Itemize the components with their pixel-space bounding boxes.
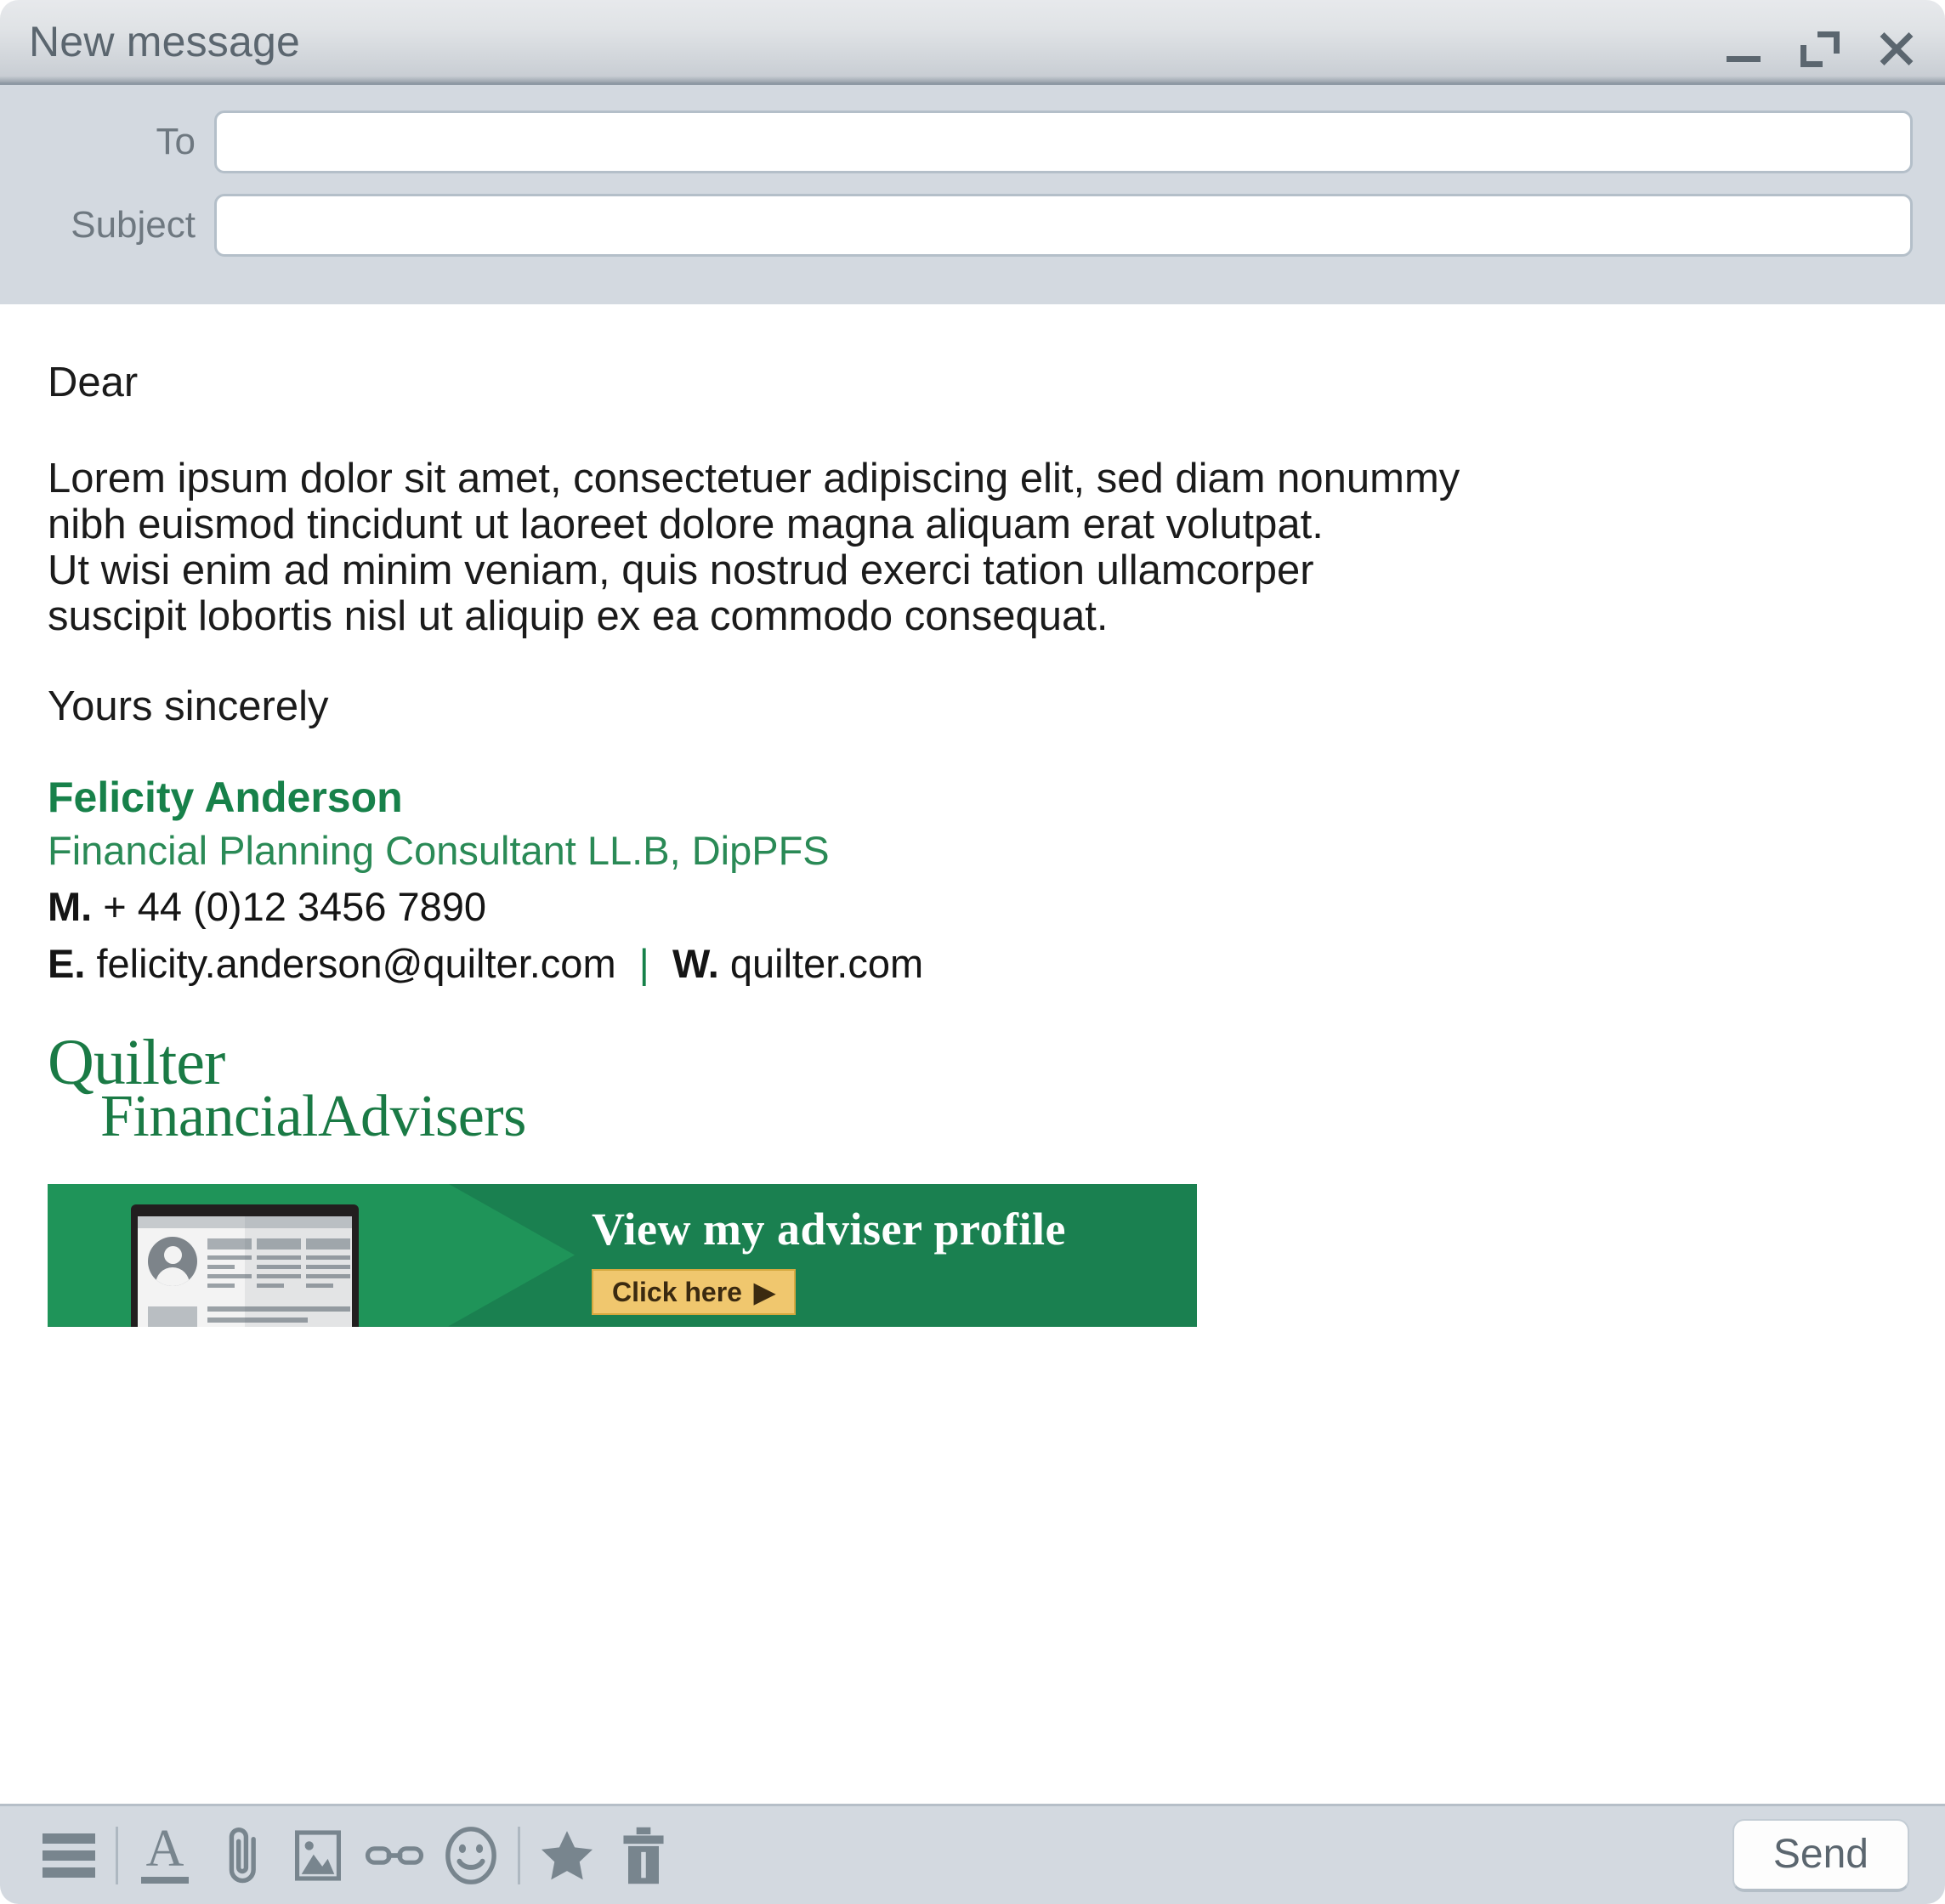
signature-separator: | [638,941,649,987]
body-paragraph: Lorem ipsum dolor sit amet, consectetuer… [48,458,1897,638]
signature-contact-line: E. felicity.anderson@quilter.com | W. qu… [48,938,1897,989]
send-button[interactable]: Send [1732,1818,1909,1892]
tablet-illustration-icon [131,1204,359,1327]
message-header-fields: To Subject [0,85,1945,304]
closing-text: Yours sincerely [48,683,329,730]
signature-mobile-value: + 44 (0)12 3456 7890 [103,883,487,929]
body-spacer-2 [48,642,1897,681]
compose-toolbar: A Send [0,1804,1945,1904]
banner-headline: View my adviser profile [592,1203,1066,1255]
trash-icon[interactable] [610,1822,677,1889]
signature-web-label: W. [672,941,719,987]
tablet-screen [138,1216,352,1327]
subject-input[interactable] [214,194,1913,257]
close-icon[interactable] [1877,30,1916,69]
signature-email-value[interactable]: felicity.anderson@quilter.com [96,941,615,986]
signature-mobile-label: M. [48,883,93,929]
toolbar-divider [116,1826,118,1884]
maximize-icon[interactable] [1800,30,1840,69]
tablet-shading-overlay [245,1216,352,1327]
quilter-logo-line2: FinancialAdvisers [100,1083,526,1149]
signature-web-value[interactable]: quilter.com [730,941,923,986]
window-title: New message [29,17,300,65]
subject-row: Subject [0,194,1913,257]
emoji-icon[interactable] [438,1822,504,1889]
to-row: To [0,110,1913,173]
star-icon[interactable] [534,1822,600,1889]
attach-file-icon[interactable] [208,1822,275,1889]
compose-window: New message To Subject Dear Lorem ipsum … [0,0,1945,1904]
body-paragraph-line: Lorem ipsum dolor sit amet, consectetuer… [48,456,1460,502]
quilter-logo: Quilter FinancialAdvisers [48,1030,1897,1149]
profile-avatar-icon [148,1236,197,1286]
window-titlebar: New message [0,0,1945,85]
window-controls [1724,14,1916,69]
toolbar-divider [518,1826,520,1884]
adviser-profile-banner[interactable]: View my adviser profile Click here ▶ [48,1183,1197,1327]
signature-name: Felicity Anderson [48,773,403,821]
signature-mobile-line: M. + 44 (0)12 3456 7890 [48,881,1897,932]
minimize-icon[interactable] [1724,30,1763,69]
body-spacer-1 [48,419,1897,458]
email-signature: Felicity Anderson Financial Planning Con… [48,773,1897,1327]
insert-link-icon[interactable] [361,1822,428,1889]
insert-image-icon[interactable] [285,1822,351,1889]
body-paragraph-line: Ut wisi enim ad minim veniam, quis nostr… [48,547,1314,594]
tablet-footer-block [148,1306,197,1327]
subject-label: Subject [71,204,196,246]
greeting-text: Dear [48,360,139,405]
body-paragraph-line: nibh euismod tincidunt ut laoreet dolore… [48,502,1324,548]
to-label: To [156,121,196,162]
body-paragraph-line: suscipit lobortis nisl ut aliquip ex ea … [48,593,1109,640]
message-body[interactable]: Dear Lorem ipsum dolor sit amet, consect… [0,304,1945,1804]
banner-cta-label: Click here [612,1276,742,1307]
banner-click-here-button[interactable]: Click here ▶ [592,1268,796,1315]
format-text-glyph: A [141,1822,189,1884]
signature-role: Financial Planning Consultant LL.B, DipP… [48,827,830,873]
to-input[interactable] [214,110,1913,173]
banner-cta-arrow-icon: ▶ [753,1276,775,1307]
menu-icon[interactable] [36,1822,102,1889]
signature-email-label: E. [48,941,86,987]
format-text-icon[interactable]: A [132,1822,198,1889]
